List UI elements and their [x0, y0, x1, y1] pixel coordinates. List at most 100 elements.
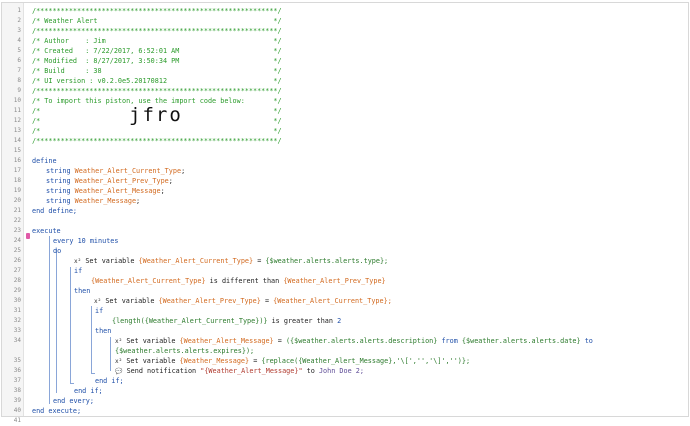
code-line: 1 /**************************************… [2, 6, 688, 16]
code-line: 18 string Weather_Alert_Prev_Type; [2, 176, 688, 186]
comment: /* Weather Alert */ [32, 17, 282, 25]
code-line: 35 x² Set variable {Weather_Message} = {r… [2, 356, 688, 366]
code-line: 21 end define; [2, 206, 688, 216]
comment: /* */ [32, 127, 282, 135]
variable-declaration[interactable]: string Weather_Alert_Message; [46, 186, 165, 196]
line-number: 37 [13, 377, 21, 384]
line-number: 34 [13, 337, 21, 344]
line-number: 27 [13, 267, 21, 274]
line-number: 33 [13, 327, 21, 334]
code-line: 4 /* Author : Jim */ [2, 36, 688, 46]
comment: /* Created : 7/22/2017, 6:52:01 AM */ [32, 47, 282, 55]
code-line: 41 [2, 416, 688, 426]
type-keyword: string [46, 167, 71, 175]
line-number: 1 [17, 7, 21, 14]
comment: /***************************************… [32, 137, 282, 145]
line-number: 16 [13, 157, 21, 164]
comment: /***************************************… [32, 27, 282, 35]
code-line: 5 /* Created : 7/22/2017, 6:52:01 AM */ [2, 46, 688, 56]
code-line: 39 end every; [2, 396, 688, 406]
code-line: 17 string Weather_Alert_Current_Type; [2, 166, 688, 176]
end-if-keyword: end if; [95, 377, 124, 385]
code-line: 31 if [2, 306, 688, 316]
line-number: 21 [13, 207, 21, 214]
line-number: 6 [17, 57, 21, 64]
end-define-keyword: end define; [32, 207, 78, 215]
code-line: 14 /*************************************… [2, 136, 688, 146]
code-line: 29 then [2, 286, 688, 296]
code-line: 30 x² Set variable {Weather_Alert_Prev_Ty… [2, 296, 688, 306]
code-line: 28 {Weather_Alert_Current_Type} is differ… [2, 276, 688, 286]
line-number: 13 [13, 127, 21, 134]
variable-icon: x² [94, 298, 102, 305]
comment: /***************************************… [32, 87, 282, 95]
line-number: 22 [13, 217, 21, 224]
line-number: 9 [17, 87, 21, 94]
line-number: 23 [13, 227, 21, 234]
line-number: 41 [13, 417, 21, 424]
variable-name: Weather_Alert_Current_Type [74, 167, 182, 175]
variable-declaration[interactable]: string Weather_Alert_Current_Type; [46, 166, 185, 176]
execute-keyword[interactable]: execute [32, 226, 61, 236]
line-number: 25 [13, 247, 21, 254]
line-number: 24 [13, 237, 21, 244]
comment: /* UI version : v0.2.0e5.20170812 */ [32, 77, 282, 85]
code-line: 20 string Weather_Message; [2, 196, 688, 206]
code-line: 2 /* Weather Alert */ [2, 16, 688, 26]
variable-icon: x² [115, 358, 123, 365]
variable-declaration[interactable]: string Weather_Alert_Prev_Type; [46, 176, 173, 186]
line-number: 20 [13, 197, 21, 204]
comment: /* Build : 38 */ [32, 67, 282, 75]
code-line: 33 then [2, 326, 688, 336]
code-line: 12 /* */ [2, 116, 688, 126]
line-number: 8 [17, 77, 21, 84]
line-number: 18 [13, 177, 21, 184]
code-line: 38 end if; [2, 386, 688, 396]
code-lines: 1 /**************************************… [2, 6, 688, 426]
define-keyword[interactable]: define [32, 156, 57, 166]
comment: /* */ [32, 107, 282, 115]
type-keyword: string [46, 197, 71, 205]
do-keyword: do [53, 247, 62, 255]
code-line: 13 /* */ [2, 126, 688, 136]
code-line: 24 every 10 minutes [2, 236, 688, 246]
condition[interactable]: {Weather_Alert_Current_Type} is differen… [91, 276, 386, 286]
line-number: 12 [13, 117, 21, 124]
line-number: 11 [13, 107, 21, 114]
line-number: 32 [13, 317, 21, 324]
piston-code-panel: jfro 1/*********************************… [1, 2, 689, 424]
condition[interactable]: {length({Weather_Alert_Current_Type})} i… [112, 316, 341, 326]
code-line: 40 end execute; [2, 406, 688, 416]
every-statement[interactable]: every 10 minutes [53, 236, 118, 246]
line-number: 2 [17, 17, 21, 24]
comment: /* Modified : 8/27/2017, 3:50:34 PM */ [32, 57, 282, 65]
line-number: 29 [13, 287, 21, 294]
line-number: 35 [13, 357, 21, 364]
end-execute-keyword: end execute; [32, 407, 82, 415]
line-number: 17 [13, 167, 21, 174]
then-keyword: then [95, 327, 112, 335]
variable-icon: x² [115, 338, 123, 345]
code-line: 6 /* Modified : 8/27/2017, 3:50:34 PM */ [2, 56, 688, 66]
type-keyword: string [46, 177, 71, 185]
line-number: 19 [13, 187, 21, 194]
line-number: 10 [13, 97, 21, 104]
if-keyword[interactable]: if [74, 266, 82, 276]
code-line: 3 /**************************************… [2, 26, 688, 36]
variable-declaration[interactable]: string Weather_Message; [46, 196, 140, 206]
code-line: 25 do [2, 246, 688, 256]
line-number: 36 [13, 367, 21, 374]
code-line: 11 /* */ [2, 106, 688, 116]
comment: /* Author : Jim */ [32, 37, 282, 45]
if-keyword[interactable]: if [95, 306, 103, 316]
code-line-continuation: {$weather.alerts.alerts.expires}); [2, 346, 688, 356]
line-number: 39 [13, 397, 21, 404]
line-number: 40 [13, 407, 21, 414]
variable-name: Weather_Alert_Prev_Type [74, 177, 169, 185]
line-number: 28 [13, 277, 21, 284]
type-keyword: string [46, 187, 71, 195]
line-number: 14 [13, 137, 21, 144]
comment: /* */ [32, 117, 282, 125]
code-line: 26 x² Set variable {Weather_Alert_Current… [2, 256, 688, 266]
code-line: 23 execute [2, 226, 688, 236]
